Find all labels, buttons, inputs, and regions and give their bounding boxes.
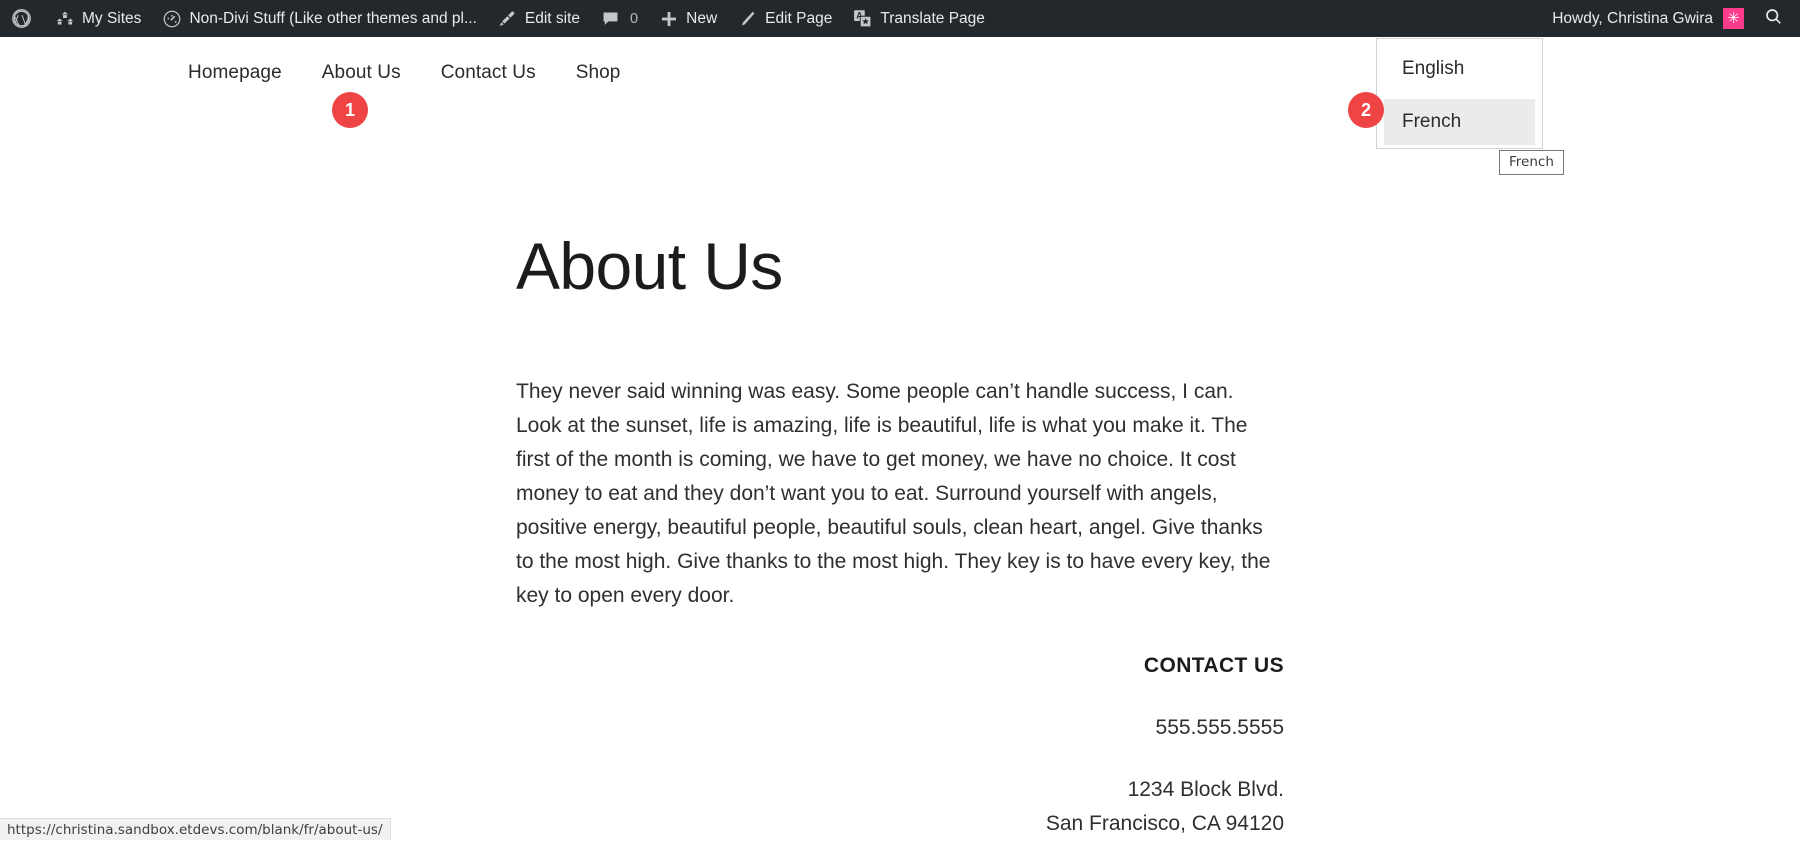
my-sites-menu[interactable]: My Sites [44,0,151,37]
wordpress-logo-button[interactable] [0,0,44,37]
edit-site-label: Edit site [525,11,580,27]
comments-button[interactable]: 0 [590,0,648,37]
new-content-label: New [686,11,717,27]
edit-site-icon [497,8,518,29]
dashboard-icon [161,8,182,29]
plus-icon [658,8,679,29]
status-bar-url: https://christina.sandbox.etdevs.com/bla… [7,822,383,838]
wordpress-logo-icon [11,8,32,29]
translate-icon: A [852,8,873,29]
contact-block: CONTACT US 555.555.5555 1234 Block Blvd.… [516,649,1284,841]
contact-address-line-1: 1234 Block Blvd. [516,773,1284,807]
nav-link-shop[interactable]: Shop [576,62,621,84]
edit-page-button[interactable]: Edit Page [727,0,842,37]
step-badge-1: 1 [332,92,368,128]
contact-heading: CONTACT US [516,649,1284,683]
language-switcher-dropdown: English French [1376,38,1543,149]
edit-site-button[interactable]: Edit site [487,0,590,37]
my-account-menu[interactable]: Howdy, Christina Gwira ✳ [1542,0,1754,37]
nav-link-about-us[interactable]: About Us [322,62,401,84]
avatar: ✳ [1723,8,1744,29]
language-tooltip: French [1499,150,1564,175]
contact-phone: 555.555.5555 [516,711,1284,745]
edit-page-label: Edit Page [765,11,832,27]
wp-admin-bar: My Sites Non-Divi Stuff (Like other them… [0,0,1800,37]
translate-page-label: Translate Page [880,11,985,27]
search-icon [1764,7,1783,31]
nav-link-contact-us[interactable]: Contact Us [441,62,536,84]
translate-page-button[interactable]: A Translate Page [842,0,995,37]
browser-status-bar: https://christina.sandbox.etdevs.com/bla… [0,818,391,840]
contact-address-line-2: San Francisco, CA 94120 [516,807,1284,841]
page-title: About Us [516,232,1286,301]
comments-count: 0 [630,11,638,27]
new-content-button[interactable]: New [648,0,727,37]
my-sites-icon [54,8,75,29]
nav-link-homepage[interactable]: Homepage [188,62,282,84]
comments-icon [600,8,621,29]
my-sites-label: My Sites [82,11,141,27]
pencil-icon [737,8,758,29]
howdy-label: Howdy, Christina Gwira [1552,10,1713,28]
site-name-label: Non-Divi Stuff (Like other themes and pl… [189,11,476,27]
step-badge-2: 2 [1348,92,1384,128]
language-option-french[interactable]: French [1384,99,1535,145]
admin-search-button[interactable] [1754,0,1792,37]
page-content: About Us They never said winning was eas… [516,232,1286,841]
site-name-menu[interactable]: Non-Divi Stuff (Like other themes and pl… [151,0,486,37]
body-paragraph: They never said winning was easy. Some p… [516,375,1284,613]
admin-bar-right-group: Howdy, Christina Gwira ✳ [1542,0,1800,37]
language-option-english[interactable]: English [1384,46,1535,92]
